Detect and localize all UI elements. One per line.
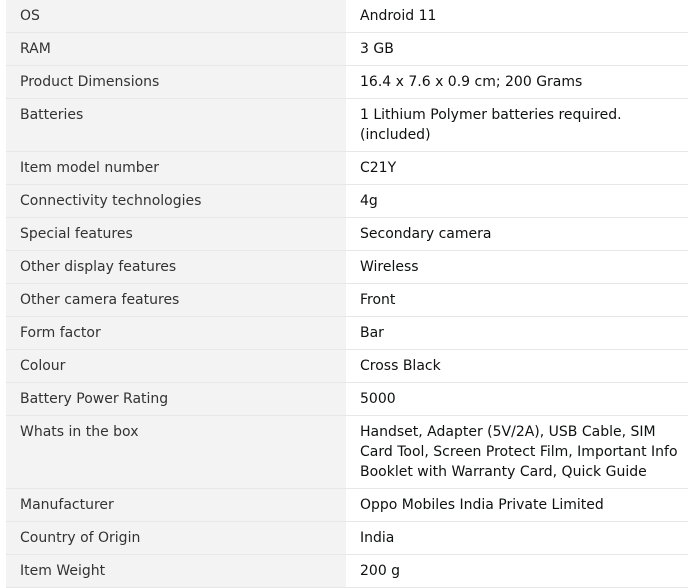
spec-value-ram: 3 GB [346,32,688,66]
spec-row-manufacturer: Manufacturer Oppo Mobiles India Private … [6,488,688,522]
spec-row-other-camera-features: Other camera features Front [6,283,688,317]
spec-label-special-features: Special features [6,217,346,251]
spec-label-batteries: Batteries [6,98,346,152]
spec-row-form-factor: Form factor Bar [6,316,688,350]
spec-label-other-camera-features: Other camera features [6,283,346,317]
spec-row-item-weight: Item Weight 200 g [6,554,688,588]
spec-value-product-dimensions: 16.4 x 7.6 x 0.9 cm; 200 Grams [346,65,688,99]
spec-label-battery-power-rating: Battery Power Rating [6,382,346,416]
spec-row-batteries: Batteries 1 Lithium Polymer batteries re… [6,98,688,152]
spec-value-whats-in-the-box: Handset, Adapter (5V/2A), USB Cable, SIM… [346,415,688,489]
spec-value-other-display-features: Wireless [346,250,688,284]
spec-label-item-weight: Item Weight [6,554,346,588]
spec-row-item-model-number: Item model number C21Y [6,151,688,185]
spec-row-whats-in-the-box: Whats in the box Handset, Adapter (5V/2A… [6,415,688,489]
spec-value-battery-power-rating: 5000 [346,382,688,416]
spec-label-country-of-origin: Country of Origin [6,521,346,555]
spec-value-connectivity-technologies: 4g [346,184,688,218]
spec-row-other-display-features: Other display features Wireless [6,250,688,284]
spec-row-connectivity-technologies: Connectivity technologies 4g [6,184,688,218]
spec-value-other-camera-features: Front [346,283,688,317]
spec-value-item-model-number: C21Y [346,151,688,185]
spec-label-form-factor: Form factor [6,316,346,350]
spec-row-product-dimensions: Product Dimensions 16.4 x 7.6 x 0.9 cm; … [6,65,688,99]
spec-label-other-display-features: Other display features [6,250,346,284]
spec-row-ram: RAM 3 GB [6,32,688,66]
product-specifications-table: OS Android 11 RAM 3 GB Product Dimension… [6,0,688,588]
spec-value-os: Android 11 [346,0,688,33]
spec-row-country-of-origin: Country of Origin India [6,521,688,555]
spec-row-colour: Colour Cross Black [6,349,688,383]
spec-label-ram: RAM [6,32,346,66]
spec-row-special-features: Special features Secondary camera [6,217,688,251]
spec-value-manufacturer: Oppo Mobiles India Private Limited [346,488,688,522]
spec-value-item-weight: 200 g [346,554,688,588]
spec-label-product-dimensions: Product Dimensions [6,65,346,99]
spec-label-connectivity-technologies: Connectivity technologies [6,184,346,218]
spec-value-special-features: Secondary camera [346,217,688,251]
spec-label-manufacturer: Manufacturer [6,488,346,522]
spec-label-item-model-number: Item model number [6,151,346,185]
spec-value-country-of-origin: India [346,521,688,555]
spec-value-batteries: 1 Lithium Polymer batteries required. (i… [346,98,688,152]
spec-value-colour: Cross Black [346,349,688,383]
spec-table-body: OS Android 11 RAM 3 GB Product Dimension… [6,0,688,588]
spec-label-whats-in-the-box: Whats in the box [6,415,346,489]
spec-label-os: OS [6,0,346,33]
spec-value-form-factor: Bar [346,316,688,350]
spec-row-os: OS Android 11 [6,0,688,33]
spec-row-battery-power-rating: Battery Power Rating 5000 [6,382,688,416]
spec-label-colour: Colour [6,349,346,383]
